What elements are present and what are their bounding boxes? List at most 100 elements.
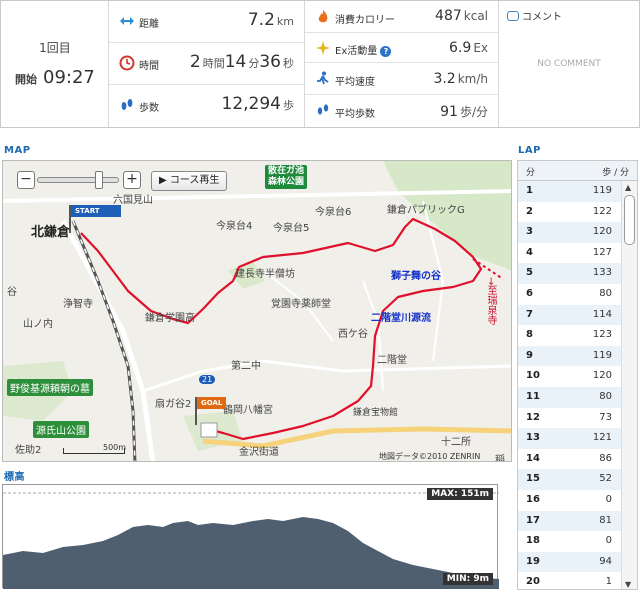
lap-minute: 14 (526, 452, 540, 464)
lap-steps: 120 (592, 370, 612, 382)
table-row: 16 0 (518, 490, 622, 511)
summary-main-column: 距離 7.2 km 時間 2 時間14 分36 秒 歩数 12,294 歩 (109, 1, 305, 127)
table-row: 14 86 (518, 449, 622, 470)
summary-lap-column: 1回目 開始 09:27 (1, 1, 109, 127)
table-row: 8 123 (518, 325, 622, 346)
lap-steps: 81 (599, 514, 612, 526)
lap-minute: 1 (526, 185, 533, 196)
lap-minute: 2 (526, 205, 533, 217)
comment-column: コメント NO COMMENT (499, 1, 639, 127)
lap-minute: 8 (526, 329, 533, 341)
table-row: 3 120 (518, 222, 622, 243)
lap-steps: 80 (599, 390, 612, 402)
zoom-track[interactable] (37, 177, 119, 183)
zoom-slider-thumb[interactable] (95, 171, 103, 189)
lap-steps: 120 (592, 226, 612, 238)
lap-minute: 9 (526, 349, 533, 361)
no-comment-text: NO COMMENT (537, 59, 601, 69)
start-time: 開始 09:27 (15, 67, 95, 88)
table-row: 11 80 (518, 386, 622, 408)
elevation-chart: MAX: 151m MIN: 9m (2, 484, 499, 589)
table-row: 4 127 (518, 243, 622, 264)
avg-steps-row: 平均歩数 91 歩/分 (305, 95, 498, 127)
table-row: 12 73 (518, 408, 622, 429)
footprint-avg-icon (317, 104, 329, 115)
zoom-in-button[interactable]: + (123, 171, 141, 189)
table-row: 15 52 (518, 469, 622, 490)
table-row: 6 80 (518, 284, 622, 305)
flame-icon (318, 10, 328, 23)
elevation-title: 標高 (4, 472, 25, 483)
lap-steps: 121 (592, 432, 612, 444)
table-row: 1 119 (518, 181, 622, 202)
lap-minute: 15 (526, 473, 540, 485)
table-row: 5 133 (518, 263, 622, 284)
lap-steps: 114 (592, 308, 612, 320)
lap-minute: 3 (526, 226, 533, 238)
table-row: 20 1 (518, 572, 622, 589)
lap-steps: 133 (592, 267, 612, 279)
table-row: 9 119 (518, 345, 622, 367)
lap-steps: 52 (599, 473, 612, 485)
calories-row: 消費カロリー 487 kcal (305, 1, 498, 33)
lap-steps: 86 (599, 452, 612, 464)
course-play-button[interactable]: ▶ コース再生 (151, 171, 228, 191)
lap-minute: 19 (526, 555, 540, 567)
help-icon[interactable]: ? (380, 46, 392, 57)
lap-table-header: 分 歩 / 分 (518, 161, 637, 181)
table-row: 7 114 (518, 304, 622, 326)
lap-number: 1回目 (39, 41, 71, 55)
sparkle-icon (316, 41, 330, 55)
lap-table: 分 歩 / 分 1 119 2 122 3 120 4 127 5 133 6 80 7 114 8 123 9… (517, 160, 638, 590)
lap-minute: 18 (526, 535, 540, 547)
activity-summary: 1回目 開始 09:27 距離 7.2 km 時間 2 時間14 分36 秒 歩数 12,… (0, 0, 640, 128)
map-title: MAP (4, 145, 31, 156)
elevation-max: MAX: 151m (427, 488, 493, 500)
lap-scrollbar[interactable]: ▲ ▼ (621, 181, 637, 589)
lap-steps: 119 (592, 185, 612, 196)
lap-steps: 94 (599, 555, 612, 567)
ex-row: Ex活動量 ? 6.9 Ex (305, 33, 498, 63)
scroll-down-icon[interactable]: ▼ (625, 580, 631, 589)
lap-minute: 16 (526, 493, 540, 505)
avg-speed-row: 平均速度 3.2 km/h (305, 63, 498, 95)
lap-minute: 13 (526, 432, 540, 444)
lap-steps: 122 (592, 205, 612, 217)
lap-table-body: 1 119 2 122 3 120 4 127 5 133 6 80 7 114 8 123 9 119 10 120… (518, 181, 622, 589)
lap-steps: 80 (599, 287, 612, 299)
lap-minute: 12 (526, 411, 540, 423)
runner-icon (317, 71, 329, 85)
lap-minute: 10 (526, 370, 540, 382)
footprint-icon (121, 99, 133, 110)
zoom-out-button[interactable]: − (17, 171, 35, 189)
lap-minute: 5 (526, 267, 533, 279)
table-row: 19 94 (518, 551, 622, 573)
lap-minute: 17 (526, 514, 540, 526)
lap-minute: 20 (526, 576, 540, 588)
lap-minute: 7 (526, 308, 533, 320)
scrollbar-thumb[interactable] (624, 195, 635, 245)
lap-steps: 0 (605, 535, 612, 547)
distance-icon (120, 17, 134, 25)
lap-title: LAP (518, 145, 541, 156)
lap-minute: 6 (526, 287, 533, 299)
lap-steps: 1 (605, 576, 612, 588)
elevation-min: MIN: 9m (442, 573, 493, 585)
comment-icon (507, 11, 519, 21)
scroll-up-icon[interactable]: ▲ (625, 183, 631, 192)
time-row: 時間 2 時間14 分36 秒 (109, 43, 304, 85)
zoom-control: − + (17, 171, 141, 189)
lap-minute: 4 (526, 246, 533, 258)
table-row: 13 121 (518, 428, 622, 449)
table-row: 18 0 (518, 531, 622, 552)
lap-minute: 11 (526, 390, 540, 402)
steps-row: 歩数 12,294 歩 (109, 85, 304, 127)
table-row: 10 120 (518, 366, 622, 387)
clock-icon (119, 55, 135, 71)
distance-row: 距離 7.2 km (109, 1, 304, 43)
lap-steps: 73 (599, 411, 612, 423)
table-row: 17 81 (518, 510, 622, 532)
route-map[interactable]: − + ▶ コース再生 北鎌倉 六国見山 今泉台4 今泉台5 今泉台6 散在ガ池… (2, 160, 512, 462)
lap-steps: 123 (592, 329, 612, 341)
elevation-profile (3, 492, 499, 589)
